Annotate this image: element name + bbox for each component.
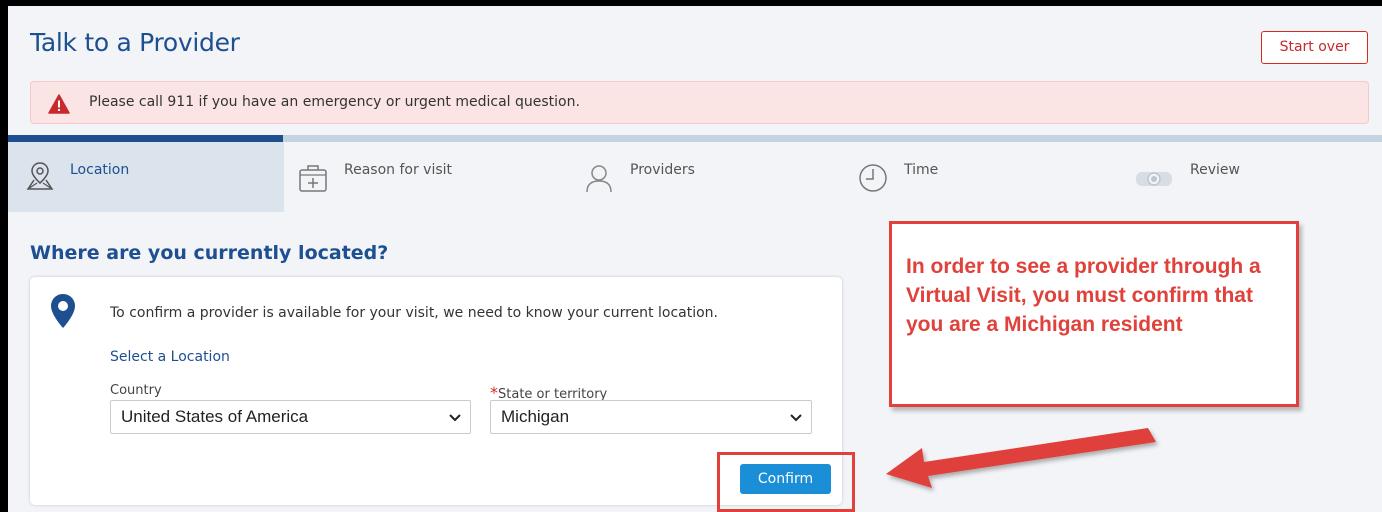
select-location-heading: Select a Location <box>110 349 230 365</box>
page-frame: Talk to a Provider Start over Please cal… <box>8 6 1382 512</box>
step-location-label: Location <box>70 162 130 178</box>
map-pin-icon <box>26 162 54 190</box>
annotation-callout-text: In order to see a provider through a Vir… <box>906 255 1261 336</box>
warning-triangle-icon <box>48 94 70 114</box>
clock-icon <box>859 164 887 192</box>
step-reason-label: Reason for visit <box>344 162 453 178</box>
step-review-label: Review <box>1190 162 1240 178</box>
progress-bar <box>8 135 1382 142</box>
step-time-label: Time <box>904 162 939 178</box>
location-pin-icon <box>51 294 75 328</box>
country-label: Country <box>110 383 162 398</box>
annotation-callout: In order to see a provider through a Vir… <box>889 221 1299 407</box>
chevron-down-icon <box>449 414 461 422</box>
page-title: Talk to a Provider <box>30 28 240 57</box>
start-over-button[interactable]: Start over <box>1261 31 1368 64</box>
user-icon <box>586 165 612 193</box>
alert-message: Please call 911 if you have an emergency… <box>89 94 580 110</box>
state-select[interactable]: Michigan <box>490 400 812 434</box>
chevron-down-icon <box>790 414 802 422</box>
country-select[interactable]: United States of America <box>110 400 471 434</box>
state-selected-value: Michigan <box>501 407 570 426</box>
step-providers-label: Providers <box>630 162 695 178</box>
step-providers[interactable]: Providers <box>560 142 836 212</box>
progress-bar-fill <box>8 135 283 142</box>
emergency-alert: Please call 911 if you have an emergency… <box>30 81 1369 124</box>
video-camera-icon <box>1136 172 1172 186</box>
location-explanation-text: To confirm a provider is available for y… <box>110 305 718 321</box>
location-question-heading: Where are you currently located? <box>30 242 389 264</box>
annotation-arrow <box>886 428 1156 488</box>
step-reason-for-visit[interactable]: Reason for visit <box>284 142 560 212</box>
step-navigation: Location Reason for visit Providers Time… <box>8 142 1382 212</box>
step-review[interactable]: Review <box>1112 142 1382 212</box>
confirm-highlight-box <box>717 452 855 512</box>
country-selected-value: United States of America <box>121 407 309 426</box>
step-location[interactable]: Location <box>8 142 284 212</box>
medical-kit-icon <box>299 165 327 192</box>
step-time[interactable]: Time <box>836 142 1112 212</box>
